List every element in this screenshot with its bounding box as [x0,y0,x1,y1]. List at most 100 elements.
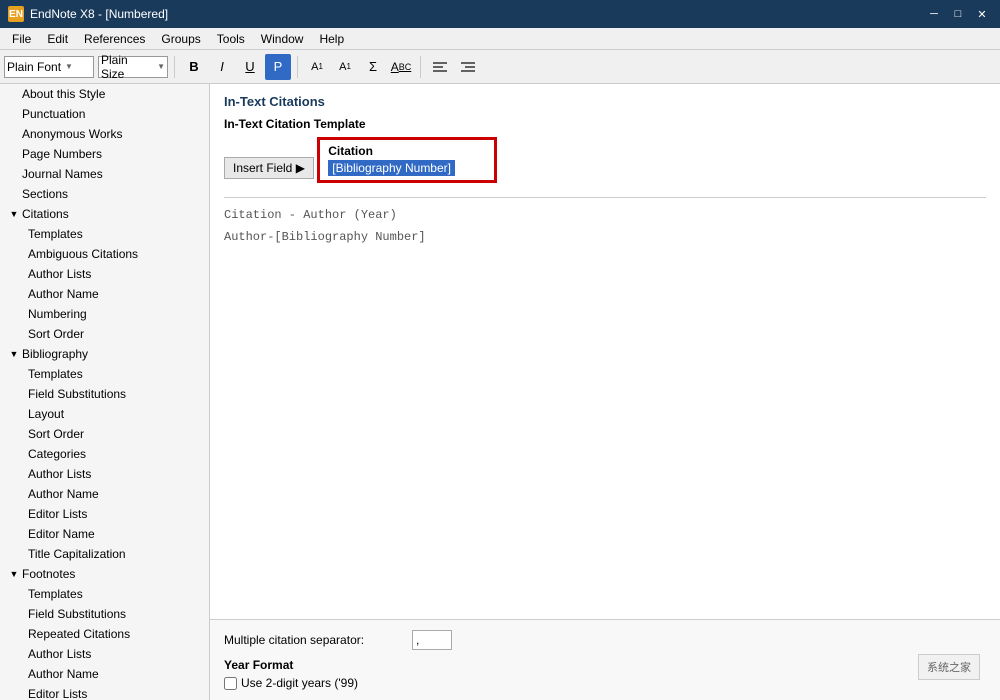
expander-anonymous [6,126,22,142]
sidebar-item-bibliography[interactable]: ▼ Bibliography [0,344,209,364]
expander-citations: ▼ [6,206,22,222]
sidebar-label-fn-authorlists: Author Lists [28,647,205,661]
citation-box-value[interactable]: [Bibliography Number] [328,160,455,176]
sidebar-item-fn-repeated[interactable]: Repeated Citations [0,624,209,644]
sidebar-item-page-numbers[interactable]: Page Numbers [0,144,209,164]
sigma-button[interactable]: Σ [360,54,386,80]
section-title: In-Text Citations [224,94,986,109]
menu-help[interactable]: Help [311,30,352,48]
menu-references[interactable]: References [76,30,153,48]
sidebar-container: About this Style Punctuation Anonymous W… [0,84,210,700]
main-layout: About this Style Punctuation Anonymous W… [0,84,1000,700]
sidebar-item-fn-authorname[interactable]: Author Name [0,664,209,684]
sidebar-item-bib-sortorder[interactable]: Sort Order [0,424,209,444]
sidebar-item-sections[interactable]: Sections [0,184,209,204]
two-digit-year-row: Use 2-digit years ('99) [224,676,986,690]
sidebar-label-journal-names: Journal Names [22,167,205,181]
menu-bar: File Edit References Groups Tools Window… [0,28,1000,50]
sidebar-label-fn-authorname: Author Name [28,667,205,681]
expander-punctuation [6,106,22,122]
sidebar-item-fn-templates[interactable]: Templates [0,584,209,604]
two-digit-year-label: Use 2-digit years ('99) [241,676,358,690]
sidebar-item-bib-categories[interactable]: Categories [0,444,209,464]
sidebar-label-cit-authorname: Author Name [28,287,205,301]
sidebar-item-bib-editorname[interactable]: Editor Name [0,524,209,544]
sidebar-label-fn-repeated: Repeated Citations [28,627,205,641]
sidebar-label-fn-editorlists: Editor Lists [28,687,205,700]
window-title: EndNote X8 - [Numbered] [30,7,168,21]
expander-footnotes: ▼ [6,566,22,582]
sidebar-item-cit-sortorder[interactable]: Sort Order [0,324,209,344]
separator-input[interactable] [412,630,452,650]
bottom-section: Multiple citation separator: Year Format… [210,619,1000,700]
menu-file[interactable]: File [4,30,39,48]
close-button[interactable]: ✕ [972,4,992,24]
citation-box: Citation [Bibliography Number] [317,137,497,183]
sidebar-item-journal-names[interactable]: Journal Names [0,164,209,184]
sidebar-label-about: About this Style [22,87,205,101]
align-left-icon [433,61,447,73]
sidebar-label-bib-authorlists: Author Lists [28,467,205,481]
sidebar-item-cit-templates[interactable]: Templates [0,224,209,244]
template-line-1: Citation - Author (Year) [224,204,986,226]
font-name-dropdown[interactable]: Plain Font ▼ [4,56,94,78]
sidebar-item-bib-titlecap[interactable]: Title Capitalization [0,544,209,564]
sidebar-label-cit-ambiguous: Ambiguous Citations [28,247,205,261]
sidebar-item-cit-authorname[interactable]: Author Name [0,284,209,304]
sidebar-label-cit-sortorder: Sort Order [28,327,205,341]
sidebar-label-fn-templates: Templates [28,587,205,601]
align-right-button[interactable] [455,54,481,80]
italic-button[interactable]: I [209,54,235,80]
insert-field-button[interactable]: Insert Field ▶ [224,157,314,179]
sidebar-label-bib-templates: Templates [28,367,205,381]
sidebar: About this Style Punctuation Anonymous W… [0,84,209,700]
sidebar-item-cit-numbering[interactable]: Numbering [0,304,209,324]
sidebar-item-fn-fieldsubs[interactable]: Field Substitutions [0,604,209,624]
sidebar-label-bib-layout: Layout [28,407,205,421]
menu-tools[interactable]: Tools [209,30,253,48]
separator-row: Multiple citation separator: [224,630,986,650]
menu-groups[interactable]: Groups [153,30,208,48]
subscript-button[interactable]: A1 [332,54,358,80]
sidebar-item-bib-authorname[interactable]: Author Name [0,484,209,504]
font-size-dropdown[interactable]: Plain Size ▼ [98,56,168,78]
sidebar-label-footnotes: Footnotes [22,567,205,581]
sidebar-item-bib-templates[interactable]: Templates [0,364,209,384]
align-left-button[interactable] [427,54,453,80]
template-line-2: Author-[Bibliography Number] [224,226,986,248]
title-bar: EN EndNote X8 - [Numbered] ─ □ ✕ [0,0,1000,28]
app-icon: EN [8,6,24,22]
sidebar-item-about[interactable]: About this Style [0,84,209,104]
separator-label: Multiple citation separator: [224,633,404,647]
sidebar-item-bib-editorlists[interactable]: Editor Lists [0,504,209,524]
sidebar-item-citations[interactable]: ▼ Citations [0,204,209,224]
two-digit-year-checkbox[interactable] [224,677,237,690]
toolbar: Plain Font ▼ Plain Size ▼ B I U P A1 A1 … [0,50,1000,84]
menu-edit[interactable]: Edit [39,30,76,48]
sidebar-item-anonymous[interactable]: Anonymous Works [0,124,209,144]
sidebar-label-cit-numbering: Numbering [28,307,205,321]
font-name-arrow: ▼ [65,62,73,71]
maximize-button[interactable]: □ [948,4,968,24]
sidebar-item-fn-editorlists[interactable]: Editor Lists [0,684,209,700]
menu-window[interactable]: Window [253,30,312,48]
superscript-button[interactable]: A1 [304,54,330,80]
sidebar-item-bib-authorlists[interactable]: Author Lists [0,464,209,484]
underline-button[interactable]: U [237,54,263,80]
abc-button[interactable]: ABC [388,54,414,80]
sidebar-item-punctuation[interactable]: Punctuation [0,104,209,124]
minimize-button[interactable]: ─ [924,4,944,24]
plain-button[interactable]: P [265,54,291,80]
sidebar-item-cit-ambiguous[interactable]: Ambiguous Citations [0,244,209,264]
sidebar-item-fn-authorlists[interactable]: Author Lists [0,644,209,664]
align-right-icon [461,61,475,73]
sidebar-item-bib-fieldsubs[interactable]: Field Substitutions [0,384,209,404]
sidebar-item-cit-authorlists[interactable]: Author Lists [0,264,209,284]
toolbar-separator-1 [174,56,175,78]
sidebar-item-footnotes[interactable]: ▼ Footnotes [0,564,209,584]
sidebar-label-fn-fieldsubs: Field Substitutions [28,607,205,621]
sidebar-item-bib-layout[interactable]: Layout [0,404,209,424]
sidebar-label-bib-editorlists: Editor Lists [28,507,205,521]
bold-button[interactable]: B [181,54,207,80]
content-section: In-Text Citations In-Text Citation Templ… [210,84,1000,619]
